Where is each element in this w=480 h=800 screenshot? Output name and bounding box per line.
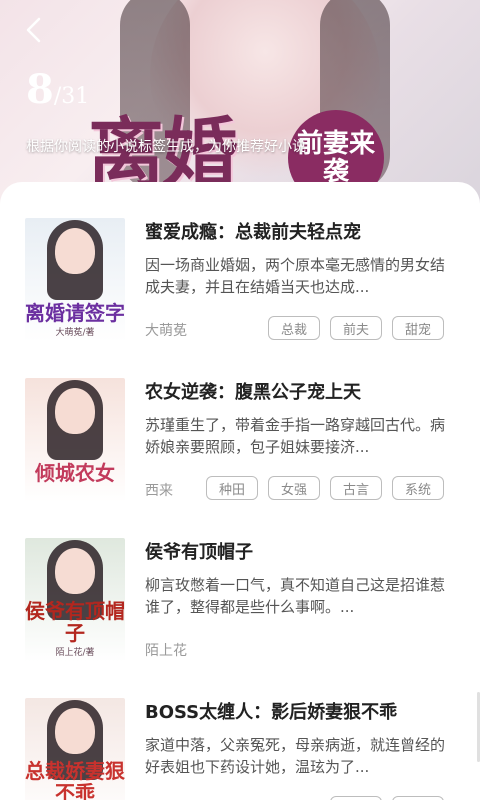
book-item[interactable]: 倾城农女 农女逆袭：腹黑公子宠上天苏瑾重生了，带着金手指一路穿越回古代。病娇娘亲要… bbox=[0, 342, 480, 502]
tag-chip[interactable]: 甜宠 bbox=[392, 316, 444, 340]
cover-figure-face bbox=[55, 388, 95, 434]
cover-title: 总裁娇妻狠不乖 bbox=[25, 759, 125, 800]
tag-chip[interactable]: 系统 bbox=[392, 476, 444, 500]
current-index: 8 bbox=[26, 66, 54, 113]
cover-title: 侯爷有顶帽子 bbox=[25, 599, 125, 645]
book-cover[interactable]: 离婚请签字大萌莬/著 bbox=[25, 218, 125, 342]
cover-author: 陌上花/著 bbox=[55, 648, 95, 658]
cover-title: 倾城农女 bbox=[35, 461, 115, 485]
back-button[interactable] bbox=[18, 14, 50, 46]
book-cover[interactable]: 总裁娇妻狠不乖 bbox=[25, 698, 125, 800]
cover-figure-face bbox=[55, 548, 95, 594]
book-title[interactable]: 农女逆袭：腹黑公子宠上天 bbox=[145, 378, 361, 404]
page-counter: 8/31 bbox=[26, 66, 89, 113]
cover-figure-face bbox=[55, 228, 95, 274]
book-cover[interactable]: 侯爷有顶帽子陌上花/著 bbox=[25, 538, 125, 662]
book-title[interactable]: BOSS太缠人：影后娇妻狠不乖 bbox=[145, 698, 397, 724]
book-author: 大萌莬 bbox=[145, 323, 187, 339]
tag-list: 种田 女强 古言 系统 bbox=[206, 476, 444, 500]
cover-title: 离婚请签字 bbox=[25, 301, 125, 325]
total-count: /31 bbox=[53, 84, 90, 109]
chevron-left-icon bbox=[26, 17, 41, 43]
tag-chip[interactable] bbox=[330, 796, 382, 800]
book-description: 苏瑾重生了，带着金手指一路穿越回古代。病娇娘亲要照顾，包子姐妹要接济... bbox=[145, 416, 446, 456]
tag-chip[interactable]: 总裁 bbox=[268, 316, 320, 340]
book-description: 家道中落，父亲冤死，母亲病逝，就连曾经的好表姐也下药设计她，温玹为了... bbox=[145, 736, 446, 776]
book-item[interactable]: 侯爷有顶帽子 陌上花/著 侯爷有顶帽子 柳言玫憋着一口气，真不知道自己这是招谁惹谁了，… bbox=[0, 502, 480, 662]
book-description: 柳言玫憋着一口气，真不知道自己这是招谁惹谁了，整得都是些什么事啊。... bbox=[145, 576, 446, 616]
tag-chip[interactable]: 前夫 bbox=[330, 316, 382, 340]
tag-chip[interactable]: 古言 bbox=[330, 476, 382, 500]
book-cover[interactable]: 倾城农女 bbox=[25, 378, 125, 502]
cover-figure-face bbox=[55, 708, 95, 754]
recommend-subtitle: 根据你阅读的小说标签生成，为你推荐好小说 bbox=[26, 139, 306, 155]
tag-chip[interactable]: 种田 bbox=[206, 476, 258, 500]
tag-list: 总裁 前夫 甜宠 bbox=[268, 316, 444, 340]
book-author: 陌上花 bbox=[145, 643, 187, 659]
book-title[interactable]: 侯爷有顶帽子 bbox=[145, 538, 253, 564]
cover-author: 大萌莬/著 bbox=[55, 328, 95, 338]
book-description: 因一场商业婚姻，两个原本毫无感情的男女结成夫妻，并且在结婚当天也达成... bbox=[145, 256, 446, 296]
book-author: 西来 bbox=[145, 483, 173, 499]
tag-list bbox=[330, 796, 444, 800]
tag-chip[interactable] bbox=[392, 796, 444, 800]
book-item[interactable]: 离婚请签字 大萌莬/著 蜜爱成瘾：总裁前夫轻点宠 因一场商业婚姻，两个原本毫无感情的男… bbox=[0, 182, 480, 342]
book-list: 离婚请签字 大萌莬/著 蜜爱成瘾：总裁前夫轻点宠 因一场商业婚姻，两个原本毫无感情的男… bbox=[0, 182, 480, 800]
tag-chip[interactable]: 女强 bbox=[268, 476, 320, 500]
book-item[interactable]: 总裁娇妻狠不乖 BOSS太缠人：影后娇妻狠不乖家道中落，父亲冤死，母亲病逝，就连曾… bbox=[0, 662, 480, 800]
book-title[interactable]: 蜜爱成瘾：总裁前夫轻点宠 bbox=[145, 218, 361, 244]
